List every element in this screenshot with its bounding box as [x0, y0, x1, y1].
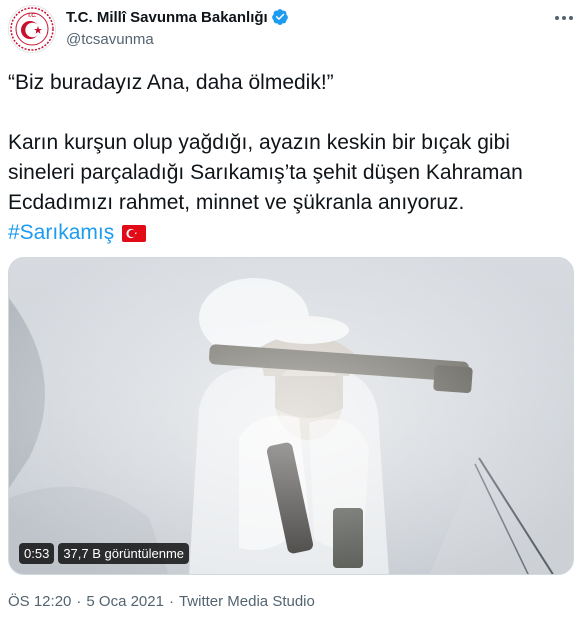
verified-badge-icon — [271, 8, 289, 26]
body-line: sineleri parçaladığı Sarıkamış’ta şehit … — [8, 161, 523, 184]
more-options-icon[interactable] — [554, 8, 574, 28]
hashtag-line: #Sarıkamış — [8, 218, 574, 248]
video-frame-image — [9, 258, 573, 574]
video-views-badge: 37,7 B görüntülenme — [58, 543, 190, 564]
avatar[interactable]: T.C. — [8, 5, 56, 53]
body-line: Ecdadımızı rahmet, minnet ve şükranla an… — [8, 191, 465, 214]
body-line: Karın kurşun olup yağdığı, ayazın keskin… — [8, 131, 510, 154]
tweet-date[interactable]: 5 Oca 2021 — [86, 593, 164, 610]
video-overlay-badges: 0:53 37,7 B görüntülenme — [19, 543, 190, 564]
tweet-time[interactable]: ÖS 12:20 — [8, 593, 71, 610]
quote-line: “Biz buradayız Ana, daha ölmedik!” — [8, 71, 334, 94]
turkey-flag-icon — [122, 221, 147, 242]
video-player[interactable]: 0:53 37,7 B görüntülenme — [8, 257, 574, 575]
tweet-card: T.C. T.C. Millî Savunma Bakanlığı @tcsav… — [0, 0, 588, 618]
account-name-row: T.C. Millî Savunma Bakanlığı — [66, 8, 289, 26]
meta-separator: · — [76, 593, 82, 610]
meta-separator: · — [168, 593, 174, 610]
tweet-meta: ÖS 12:20 · 5 Oca 2021 · Twitter Media St… — [8, 593, 315, 610]
tweet-text: “Biz buradayız Ana, daha ölmedik!” Karın… — [8, 68, 574, 248]
svg-text:T.C.: T.C. — [28, 13, 38, 19]
ministry-emblem-icon: T.C. — [10, 7, 54, 51]
hashtag-link[interactable]: #Sarıkamış — [8, 221, 114, 244]
video-duration-badge: 0:53 — [19, 543, 55, 564]
display-name[interactable]: T.C. Millî Savunma Bakanlığı — [66, 9, 268, 26]
account-handle[interactable]: @tcsavunma — [66, 31, 154, 48]
tweet-source: Twitter Media Studio — [178, 593, 315, 610]
